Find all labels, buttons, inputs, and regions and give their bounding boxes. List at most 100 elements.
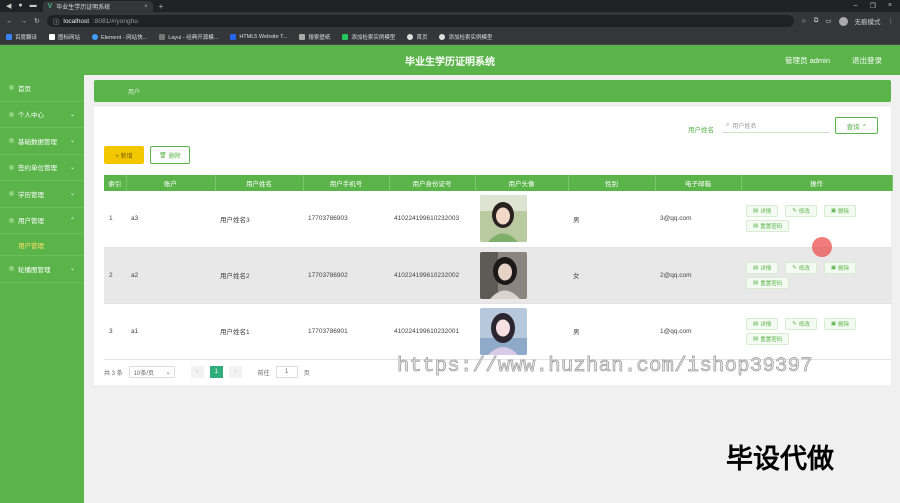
sidebar-item-basic-data[interactable]: 基础数据管理 ⌄	[0, 128, 84, 155]
menu-dots-icon[interactable]: ⋮	[888, 17, 895, 25]
user-avatar-photo[interactable]	[480, 251, 527, 299]
cursor-highlight	[812, 237, 832, 257]
detail-button[interactable]: ▤ 详情	[746, 317, 779, 330]
edit-button[interactable]: ✎ 修改	[785, 205, 817, 218]
browser-tab[interactable]: V 毕业生学历证明系统 ×	[42, 1, 153, 12]
page-number-current[interactable]: 1	[209, 366, 223, 378]
chevron-down-icon: ⌄	[69, 138, 75, 145]
table-row[interactable]: 1 a3 用户姓名3 17703786903 41022419961023200…	[104, 191, 892, 248]
extensions-icon[interactable]: ⧉	[814, 17, 819, 25]
browser-tabbar: ◀ ● ▬ V 毕业生学历证明系统 × + – ❐ ×	[0, 0, 900, 12]
bookmark-item[interactable]: 百度翻译	[6, 33, 37, 41]
new-tab-icon[interactable]: +	[159, 2, 164, 11]
data-icon	[9, 138, 14, 144]
cell-email: 3@qq.com	[655, 191, 741, 248]
close-tab-icon[interactable]: ×	[144, 4, 148, 10]
star-icon[interactable]: ☆	[801, 17, 807, 25]
search-button[interactable]: 查询 ⌕	[835, 117, 878, 134]
cell-index: 2	[104, 247, 126, 304]
column-header[interactable]: 电子邮箱	[655, 175, 742, 191]
sidebar-panel-icon[interactable]: ▭	[825, 17, 831, 25]
incognito-avatar-icon[interactable]	[838, 16, 848, 26]
bookmark-item[interactable]: HTML5 Website T...	[230, 34, 287, 40]
row-delete-button[interactable]: ▣ 删除	[823, 317, 857, 330]
edit-button[interactable]: ✎ 修改	[785, 317, 817, 330]
detail-button[interactable]: ▤ 详情	[746, 261, 779, 274]
address-bar[interactable]: ⓘ localhost:8081/#/yonghu	[46, 15, 794, 27]
column-header[interactable]: 性别	[568, 175, 656, 191]
column-header[interactable]: 索引	[104, 175, 127, 191]
detail-button[interactable]: ▤ 详情	[746, 205, 779, 218]
reload-icon[interactable]: ↻	[34, 17, 40, 25]
reset-password-button[interactable]: ▤ 重置密码	[746, 220, 790, 233]
logout-link[interactable]: 退出登录	[852, 55, 882, 66]
close-window-icon[interactable]: ×	[888, 2, 892, 10]
column-header[interactable]: 用户身份证号	[389, 175, 476, 191]
cell-name: 用户姓名1	[215, 303, 303, 360]
next-page-button[interactable]: ›	[228, 366, 242, 378]
column-header[interactable]: 用户手机号	[303, 175, 390, 191]
table-row[interactable]: 2 a2 用户姓名2 17703786902 41022419961023200…	[104, 247, 892, 304]
sidebar-subitem-user-management[interactable]: 用户管理	[0, 234, 84, 256]
prev-page-button[interactable]: ‹	[190, 366, 204, 378]
cell-email: 1@qq.com	[655, 303, 741, 360]
row-delete-button[interactable]: ▣ 删除	[823, 205, 857, 218]
sidebar-item-education[interactable]: 学历管理 ⌄	[0, 181, 84, 208]
reset-password-button[interactable]: ▤ 重置密码	[746, 276, 790, 289]
bookmarks-bar: 百度翻译 图标网站 Element - 网站快... Layui - 经典开源模…	[0, 30, 900, 45]
watermark-text: 毕设代做	[726, 444, 834, 475]
vue-icon: V	[47, 3, 53, 10]
back-icon[interactable]: ◀	[6, 2, 11, 10]
forward-arrow-icon[interactable]: →	[20, 18, 27, 25]
app-header: 毕业生学历证明系统 管理员 admin 退出登录	[0, 45, 900, 75]
delete-button[interactable]: 🗑 删除	[150, 146, 190, 164]
table-row[interactable]: 3 a1 用户姓名1 17703786901 41022419961023200…	[104, 303, 892, 360]
cell-name: 用户姓名3	[215, 191, 303, 248]
cell-phone: 17703786901	[303, 303, 389, 360]
chevron-left-icon: ‹	[196, 369, 199, 375]
sidebar-item-carousel[interactable]: 轮播图管理 ⌄	[0, 256, 84, 283]
column-header[interactable]: 用户姓名	[215, 175, 304, 191]
cell-avatar	[475, 191, 568, 248]
bookmark-item[interactable]: 添加检索实例模型	[342, 33, 395, 41]
profile-circle-icon[interactable]: ●	[18, 2, 22, 10]
add-button[interactable]: + 新增	[104, 146, 144, 164]
goto-page-input[interactable]: 1	[275, 366, 298, 378]
maximize-icon[interactable]: ❐	[870, 2, 876, 10]
bookmark-item[interactable]: 添加检索实例模型	[439, 33, 492, 41]
sidebar-item-home[interactable]: 首页	[0, 75, 84, 102]
sidebar-item-company[interactable]: 签约单位管理 ⌄	[0, 155, 84, 181]
bookmark-icon	[439, 34, 446, 40]
minimize-icon[interactable]: –	[854, 2, 858, 10]
sidebar-item-users[interactable]: 用户管理 ⌃	[0, 208, 84, 234]
cell-account: a3	[126, 191, 215, 248]
bookmark-item[interactable]: 图标网站	[49, 33, 80, 41]
user-icon	[9, 111, 14, 117]
page-unit: 页	[303, 370, 310, 377]
current-user: 管理员 admin	[784, 56, 830, 65]
column-header[interactable]: 用户头像	[475, 175, 569, 191]
chevron-down-icon: ⌄	[69, 191, 75, 198]
window-icon[interactable]: ▬	[30, 2, 37, 10]
reset-password-button[interactable]: ▤ 重置密码	[746, 332, 790, 345]
edit-button[interactable]: ✎ 修改	[785, 261, 817, 274]
content-card: 用户姓名 ⌕ 用户姓名 查询 ⌕ + 新增 🗑 删除 索引 账户 用户姓名 用户…	[94, 107, 893, 385]
row-delete-button[interactable]: ▣ 删除	[823, 261, 857, 274]
profile-label[interactable]: 无痕模式	[855, 16, 881, 26]
column-header[interactable]: 账户	[126, 175, 216, 191]
cell-name: 用户姓名2	[215, 247, 303, 304]
column-header[interactable]: 操作	[741, 175, 893, 191]
breadcrumb: 用户	[94, 80, 891, 102]
bookmark-item[interactable]: 搜索壁纸	[299, 33, 330, 41]
bookmark-item[interactable]: Element - 网站快...	[92, 33, 147, 41]
trash-icon: ▣	[830, 208, 837, 215]
user-avatar-photo[interactable]	[480, 195, 527, 243]
bookmark-item[interactable]: Layui - 经典开源模...	[159, 33, 218, 41]
user-avatar-photo[interactable]	[480, 307, 527, 355]
back-arrow-icon[interactable]: ←	[6, 18, 13, 25]
search-input[interactable]: ⌕ 用户姓名	[722, 118, 830, 133]
sidebar-item-profile[interactable]: 个人中心 ⌄	[0, 102, 84, 128]
page-size-select[interactable]: 10条/页 ⌄	[128, 366, 175, 378]
toolbar-right: ☆ ⧉ ▭ 无痕模式 ⋮	[801, 16, 894, 26]
bookmark-item[interactable]: 首页	[407, 33, 427, 41]
